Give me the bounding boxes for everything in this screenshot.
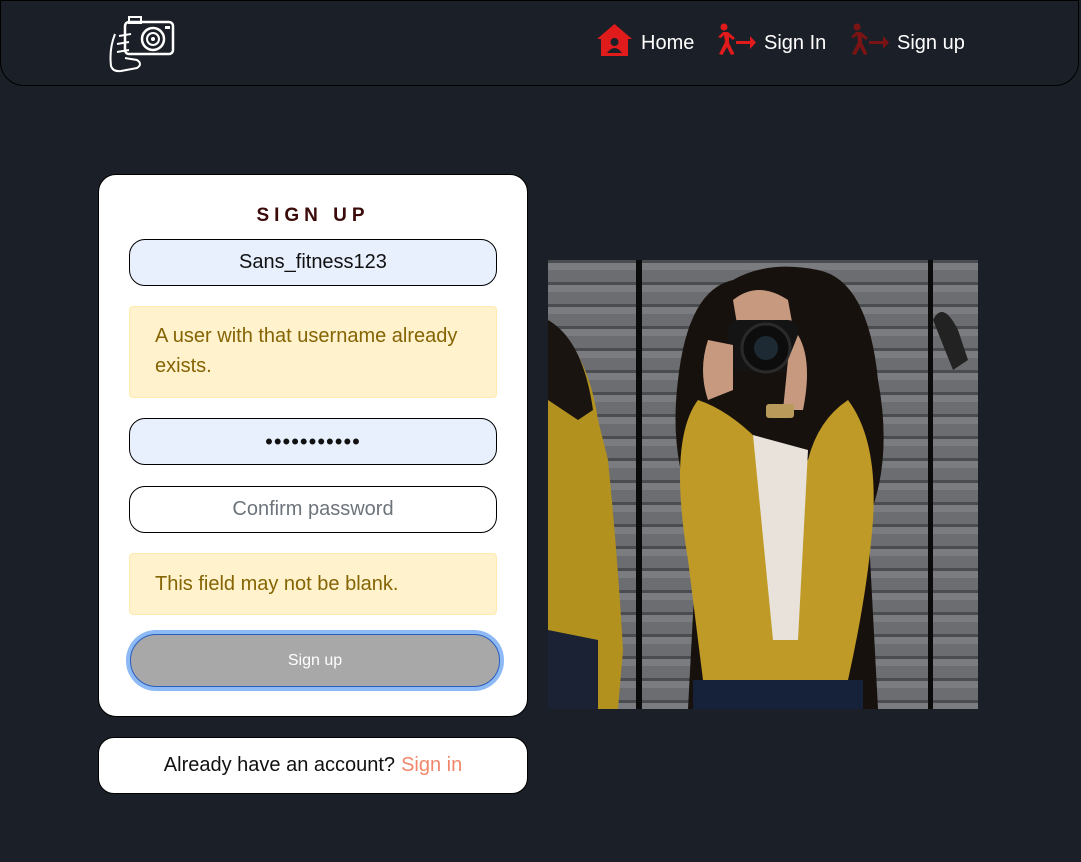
nav-signin-label: Sign In xyxy=(764,31,827,54)
signin-prompt-text: Already have an account? xyxy=(163,754,396,776)
confirm-password-error-alert: This field may not be blank. xyxy=(129,553,497,615)
username-error-alert: A user with that username already exists… xyxy=(129,306,497,398)
password-input[interactable] xyxy=(129,418,497,465)
navbar: Home Sign In Sign up xyxy=(0,0,1079,86)
nav-home-label: Home xyxy=(641,31,695,54)
nav-signup-link[interactable]: Sign up xyxy=(847,23,965,63)
nav-signin-link[interactable]: Sign In xyxy=(714,23,826,63)
house-icon xyxy=(596,23,641,63)
signin-prompt-card: Already have an account? Sign in xyxy=(98,737,528,794)
signin-link[interactable]: Sign in xyxy=(401,754,462,777)
confirm-password-input[interactable] xyxy=(129,486,497,533)
person-running-arrow-icon xyxy=(714,23,764,63)
signup-form-card: SIGN UP A user with that username alread… xyxy=(98,174,528,717)
nav-home-link[interactable]: Home xyxy=(596,23,694,63)
signup-submit-button[interactable]: Sign up xyxy=(130,634,500,687)
person-running-arrow-icon xyxy=(847,23,897,63)
camera-logo-icon[interactable] xyxy=(107,14,177,74)
nav-signup-label: Sign up xyxy=(897,31,965,54)
form-title: SIGN UP xyxy=(256,205,370,226)
username-input[interactable] xyxy=(129,239,497,286)
hero-photo xyxy=(548,260,978,709)
